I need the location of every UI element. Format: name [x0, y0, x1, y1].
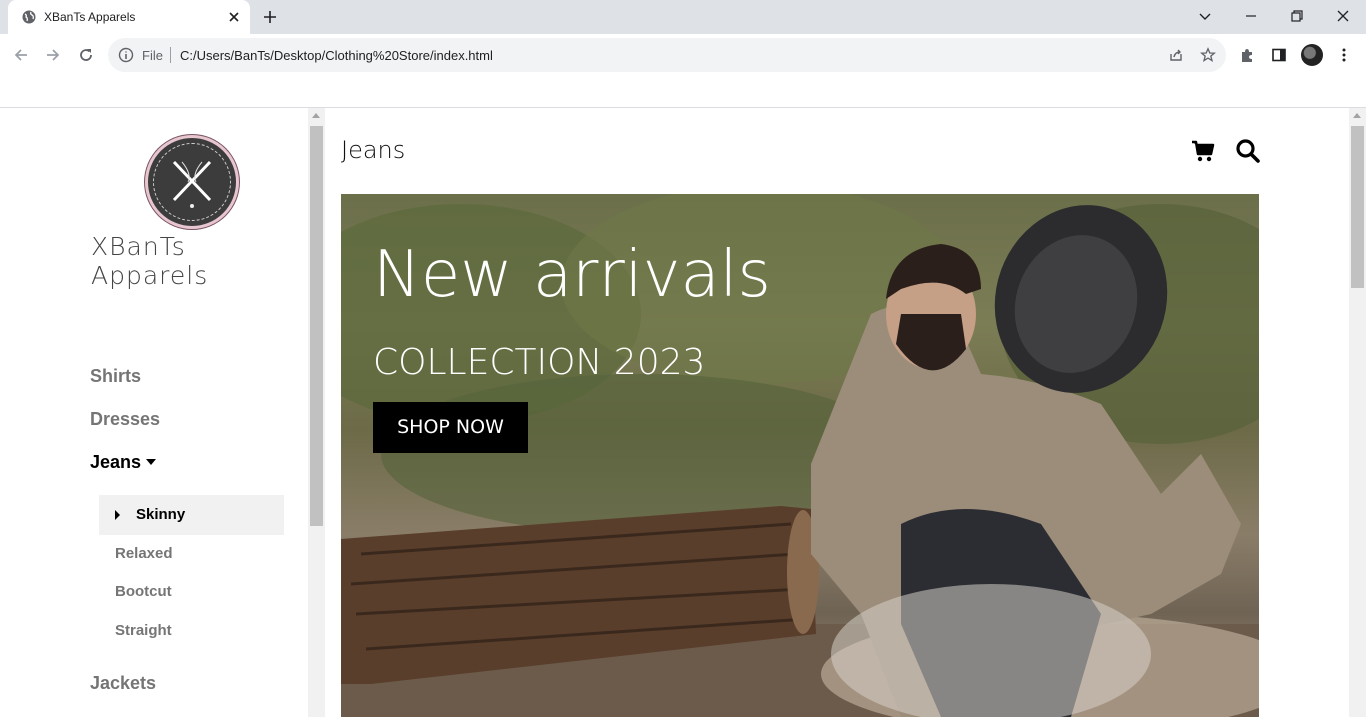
chevron-down-icon[interactable] [1197, 8, 1213, 24]
hero-title: New arrivals [373, 238, 771, 312]
back-arrow-icon[interactable] [12, 46, 30, 64]
web-page: XBanTs Apparels Shirts Dresses Jeans Ski… [0, 108, 1366, 717]
nav-sub-bootcut[interactable]: Bootcut [115, 583, 172, 600]
scrollbar-thumb[interactable] [1351, 126, 1364, 288]
scheme-label: File [142, 48, 163, 63]
sidebar-scrollbar[interactable] [308, 108, 325, 717]
restore-icon[interactable] [1289, 8, 1305, 24]
plus-icon[interactable] [262, 9, 278, 25]
cart-icon[interactable] [1191, 139, 1215, 163]
sidebar: XBanTs Apparels Shirts Dresses Jeans Ski… [0, 108, 308, 717]
browser-toolbar: File C:/Users/BanTs/Desktop/Clothing%20S… [0, 34, 1366, 76]
scroll-up-arrow-icon[interactable] [312, 113, 320, 118]
forward-arrow-icon[interactable] [44, 46, 62, 64]
nav-sub-relaxed[interactable]: Relaxed [115, 545, 173, 562]
brand-name: XBanTs Apparels [91, 232, 209, 290]
star-icon[interactable] [1200, 47, 1216, 63]
nav-sub-skinny-label: Skinny [136, 506, 186, 523]
browser-tab[interactable]: XBanTs Apparels [8, 0, 250, 34]
nav-sub-skinny[interactable]: Skinny [99, 495, 284, 535]
caret-right-icon [115, 510, 120, 520]
divider [170, 47, 171, 63]
globe-icon [22, 10, 36, 24]
shop-now-button[interactable]: SHOP NOW [373, 402, 528, 453]
scrollbar-thumb[interactable] [310, 126, 323, 526]
search-icon[interactable] [1235, 138, 1261, 164]
close-icon[interactable] [226, 9, 242, 25]
address-bar[interactable]: File C:/Users/BanTs/Desktop/Clothing%20S… [108, 38, 1226, 72]
tab-title: XBanTs Apparels [44, 10, 136, 24]
share-icon[interactable] [1168, 47, 1184, 63]
nav-jeans[interactable]: Jeans [90, 452, 157, 473]
main-content: Jeans New arrivals COLLECTION 2023 SHOP … [325, 108, 1349, 717]
caret-down-icon [146, 459, 157, 465]
needles-icon [172, 160, 212, 208]
hero-banner: New arrivals COLLECTION 2023 SHOP NOW [341, 194, 1259, 717]
nav-jackets[interactable]: Jackets [90, 673, 156, 694]
info-icon[interactable] [118, 47, 134, 63]
scroll-up-arrow-icon[interactable] [1353, 113, 1361, 118]
puzzle-icon[interactable] [1239, 47, 1255, 63]
brand-logo[interactable] [145, 135, 239, 229]
hero-subtitle: COLLECTION 2023 [373, 342, 706, 383]
nav-dresses[interactable]: Dresses [90, 409, 160, 430]
side-panel-icon[interactable] [1271, 47, 1287, 63]
page-scrollbar[interactable] [1349, 108, 1366, 717]
browser-tab-strip: XBanTs Apparels [0, 0, 1366, 34]
reload-icon[interactable] [77, 46, 95, 64]
nav-sub-straight[interactable]: Straight [115, 622, 172, 639]
minimize-icon[interactable] [1243, 8, 1259, 24]
page-title: Jeans [341, 136, 406, 164]
url-text[interactable]: C:/Users/BanTs/Desktop/Clothing%20Store/… [180, 48, 493, 63]
close-window-icon[interactable] [1335, 8, 1351, 24]
nav-shirts[interactable]: Shirts [90, 366, 141, 387]
avatar[interactable] [1301, 44, 1323, 66]
kebab-menu-icon[interactable] [1336, 47, 1352, 63]
nav-jeans-label: Jeans [90, 452, 142, 472]
